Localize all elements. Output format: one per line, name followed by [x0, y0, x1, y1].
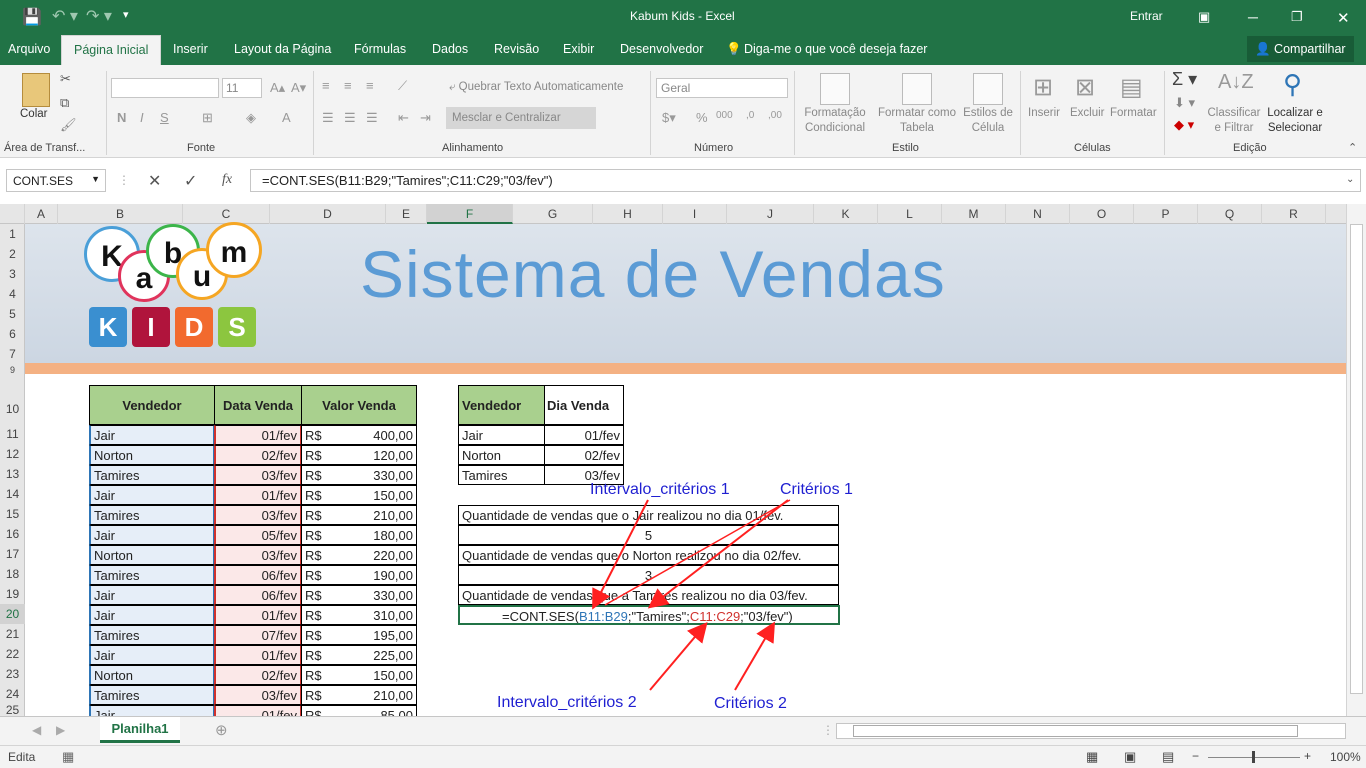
zoom-level[interactable]: 100%	[1330, 750, 1361, 764]
status-mode: Edita	[8, 750, 36, 764]
arrow-crit1-a	[647, 499, 789, 609]
zoom-out-icon[interactable]: −	[1192, 749, 1199, 763]
tab-split-icon[interactable]: ⋮	[822, 723, 834, 737]
status-bar: Edita ▦ ▦ ▣ ▤ − + 100%	[0, 745, 1366, 768]
horizontal-scrollbar[interactable]	[836, 723, 1346, 739]
sheet-tab-planilha1[interactable]: Planilha1	[100, 717, 180, 743]
add-sheet-icon[interactable]: ⊕	[215, 721, 228, 739]
page-layout-icon[interactable]: ▣	[1124, 749, 1136, 765]
arrow-crit1-b	[604, 499, 791, 606]
annotation-arrows	[592, 499, 791, 691]
zoom-slider-thumb[interactable]	[1252, 751, 1255, 763]
vertical-scroll-thumb[interactable]	[1350, 224, 1363, 694]
arrow-range2	[649, 621, 708, 691]
arrow-range1	[592, 499, 649, 610]
prev-sheet-icon[interactable]: ◀	[32, 723, 41, 737]
horizontal-scroll-thumb[interactable]	[853, 725, 1298, 737]
macro-record-icon[interactable]: ▦	[62, 749, 74, 765]
vertical-scrollbar[interactable]	[1346, 204, 1366, 716]
next-sheet-icon[interactable]: ▶	[56, 723, 65, 737]
normal-view-icon[interactable]: ▦	[1086, 749, 1098, 765]
page-break-icon[interactable]: ▤	[1162, 749, 1174, 765]
zoom-in-icon[interactable]: +	[1304, 749, 1311, 763]
arrow-crit2	[734, 621, 776, 691]
sheet-tabs-bar: ◀ ▶ Planilha1 ⊕ ⋮	[0, 716, 1366, 745]
